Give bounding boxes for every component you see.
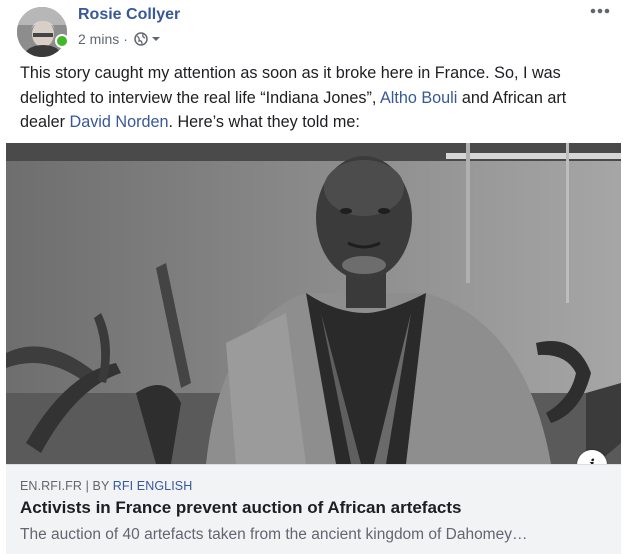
meta-separator: · xyxy=(123,31,128,47)
post-text-part: . Here’s what they told me: xyxy=(168,113,360,131)
mention-link-altho-bouli[interactable]: Altho Bouli xyxy=(380,89,457,107)
author-avatar[interactable] xyxy=(17,7,67,57)
link-description: The auction of 40 artefacts taken from t… xyxy=(20,526,528,543)
source-divider: | xyxy=(85,479,89,493)
link-domain: EN.RFI.FR xyxy=(20,479,83,493)
by-label: BY xyxy=(92,479,110,493)
post-body: This story caught my attention as soon a… xyxy=(20,61,610,135)
link-headline[interactable]: Activists in France prevent auction of A… xyxy=(20,498,462,518)
source-name-link[interactable]: RFI ENGLISH xyxy=(113,479,193,493)
post-meta: 2 mins · xyxy=(78,31,161,47)
post-card: Rosie Collyer 2 mins · This story caught… xyxy=(0,0,623,554)
link-source: EN.RFI.FR | BY RFI ENGLISH xyxy=(20,479,192,493)
link-preview-image[interactable] xyxy=(6,143,621,464)
link-preview[interactable]: EN.RFI.FR | BY RFI ENGLISH Activists in … xyxy=(6,464,621,554)
online-status-dot xyxy=(55,34,69,48)
mention-link-david-norden[interactable]: David Norden xyxy=(70,113,169,131)
author-name[interactable]: Rosie Collyer xyxy=(78,6,180,24)
globe-icon[interactable] xyxy=(134,32,148,46)
post-timestamp[interactable]: 2 mins xyxy=(78,31,119,47)
more-options-icon[interactable] xyxy=(588,4,612,18)
caret-down-icon[interactable] xyxy=(151,34,161,44)
